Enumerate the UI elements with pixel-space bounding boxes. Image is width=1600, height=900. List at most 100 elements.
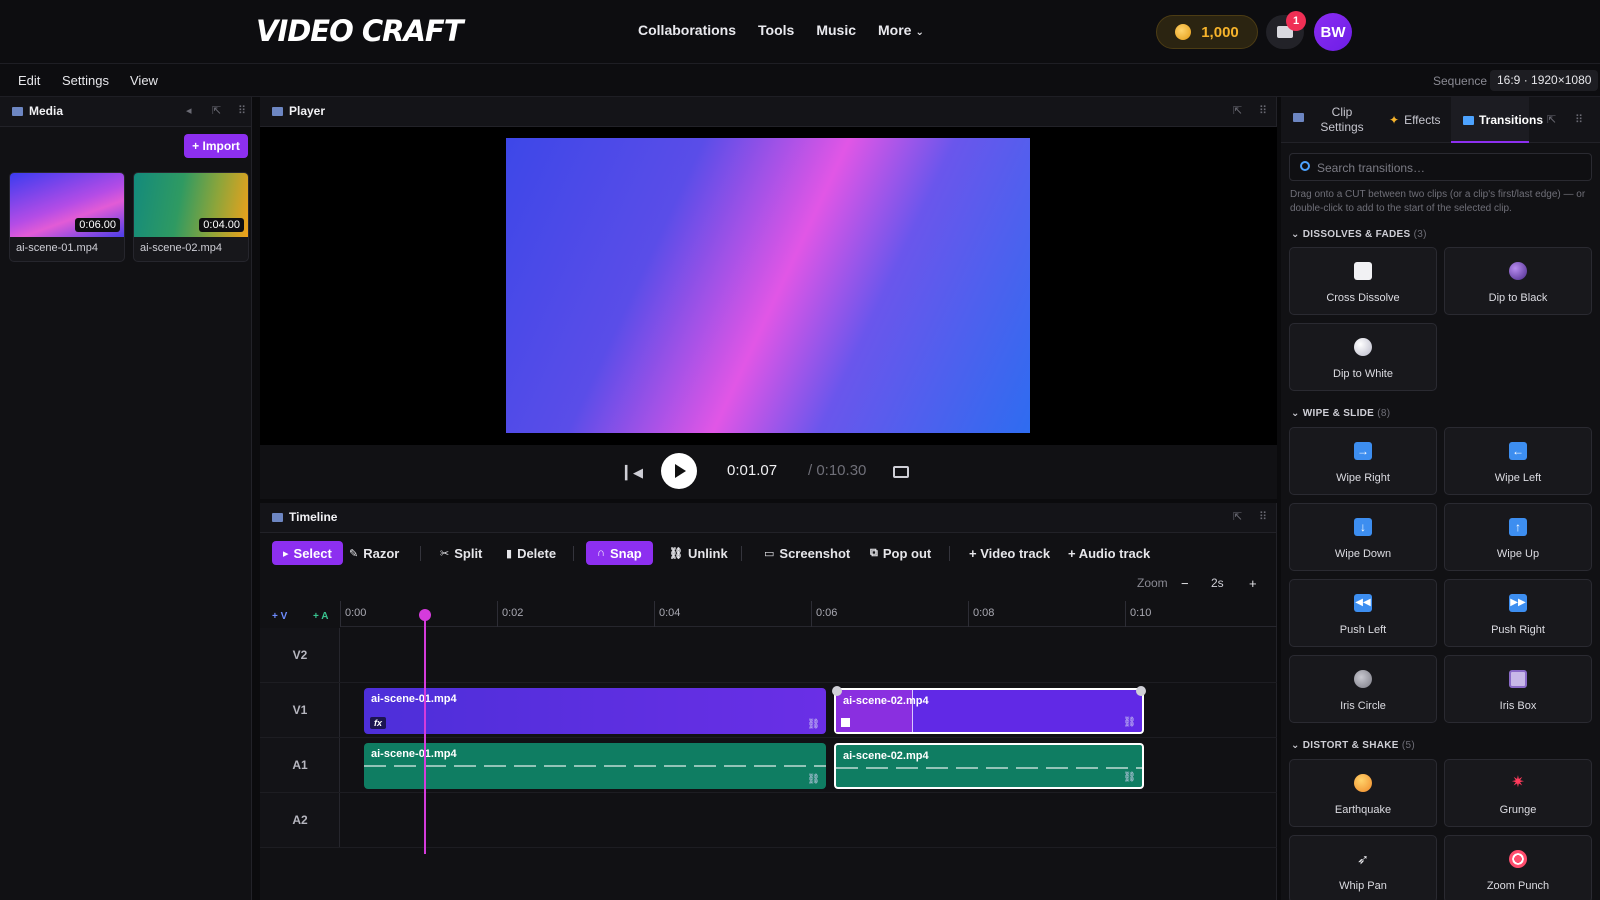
play-button[interactable]	[661, 453, 697, 489]
ruler-label: 0:04	[659, 607, 681, 619]
media-item[interactable]: 0:06.00 ai-scene-01.mp4	[9, 172, 125, 262]
sequence-label: Sequence	[1433, 74, 1488, 88]
dip-to-white-icon	[1354, 338, 1372, 356]
transition-zoom-punch[interactable]: Zoom Punch	[1444, 835, 1592, 900]
transition-wipe-up[interactable]: ↑ Wipe Up	[1444, 503, 1592, 571]
avatar[interactable]: BW	[1314, 13, 1352, 51]
screenshot-button[interactable]: ▭ Screenshot	[764, 541, 850, 565]
section-dissolves[interactable]: ⌄ DISSOLVES & FADES (3)	[1291, 229, 1427, 240]
ruler-tick	[497, 601, 498, 627]
transition-whip-pan[interactable]: ➶ Whip Pan	[1289, 835, 1437, 900]
popout-icon[interactable]: ⇱	[1233, 104, 1242, 117]
tab-media[interactable]: Media	[12, 104, 63, 118]
transition-grunge[interactable]: ✷ Grunge	[1444, 759, 1592, 827]
drag-handle-icon[interactable]: ⠿	[238, 104, 246, 117]
tab-clip-settings[interactable]: Clip Settings	[1309, 105, 1375, 135]
fx-badge[interactable]: fx	[370, 717, 387, 729]
app-logo[interactable]: VIDEO CRAFT	[256, 14, 464, 48]
drag-handle-icon[interactable]: ⠿	[1259, 104, 1267, 117]
transition-wipe-left[interactable]: ← Wipe Left	[1444, 427, 1592, 495]
zoom-out-button[interactable]: −	[1181, 576, 1189, 591]
unlink-label: Unlink	[687, 545, 728, 561]
unlink-button[interactable]: ⛓ Unlink	[669, 541, 728, 565]
playhead-handle[interactable]	[419, 609, 431, 621]
nav-tools[interactable]: Tools	[758, 22, 794, 38]
transition-push-right[interactable]: ▶▶ Push Right	[1444, 579, 1592, 647]
video-clip[interactable]: ai-scene-01.mp4 fx ⛓	[364, 688, 826, 734]
media-icon	[12, 106, 23, 116]
delete-button[interactable]: ▮ Delete	[506, 541, 556, 565]
video-viewport[interactable]	[260, 127, 1277, 445]
popout-icon[interactable]: ⇱	[1547, 113, 1556, 126]
burst-icon: ✷	[1511, 774, 1525, 791]
track-a1[interactable]: A1 ai-scene-01.mp4 ⛓ ai-scene-02.mp4 ⛓	[260, 738, 1277, 793]
timeline-panel-header: Timeline ⇱ ⠿	[260, 503, 1276, 533]
transitions-icon	[1463, 115, 1474, 125]
transition-push-left[interactable]: ◀◀ Push Left	[1289, 579, 1437, 647]
tab-effects[interactable]: ✦ Effects	[1389, 113, 1441, 127]
transition-cross-dissolve[interactable]: Cross Dissolve	[1289, 247, 1437, 315]
trim-handle[interactable]	[1136, 686, 1146, 696]
menu-settings[interactable]: Settings	[62, 73, 109, 88]
audio-clip-selected[interactable]: ai-scene-02.mp4 ⛓	[834, 743, 1144, 789]
player-panel-header: Player ⇱ ⠿	[260, 97, 1276, 127]
ruler-tick	[654, 601, 655, 627]
nav-music[interactable]: Music	[816, 22, 856, 38]
arrow-left-icon: ←	[1509, 442, 1527, 460]
transition-iris-circle[interactable]: Iris Circle	[1289, 655, 1437, 723]
transition-earthquake[interactable]: Earthquake	[1289, 759, 1437, 827]
track-v2[interactable]: V2	[260, 628, 1277, 683]
drag-handle-icon[interactable]: ⠿	[1259, 510, 1267, 523]
transition-label: Wipe Up	[1496, 548, 1540, 560]
snap-toggle[interactable]: ∩ Snap	[586, 541, 653, 565]
nav-collaborations[interactable]: Collaborations	[638, 22, 736, 38]
menu-edit[interactable]: Edit	[18, 73, 40, 88]
timeline-toolbar: ▸ Select ✎ Razor ✂ Split ▮ Delete ∩ Snap ⛓ Unl…	[260, 533, 1277, 571]
menu-view[interactable]: View	[130, 73, 158, 88]
zoom-in-button[interactable]: +	[1249, 576, 1257, 591]
import-button[interactable]: + Import	[184, 134, 248, 158]
playhead[interactable]	[424, 610, 426, 854]
add-video-track-mini[interactable]: + V	[272, 611, 287, 622]
media-item[interactable]: 0:04.00 ai-scene-02.mp4	[133, 172, 249, 262]
snap-label: Snap	[609, 545, 642, 561]
split-button[interactable]: ✂ Split	[440, 541, 482, 565]
camera-icon[interactable]	[893, 466, 909, 478]
select-tool-button[interactable]: ▸ Select	[272, 541, 343, 565]
tab-transitions[interactable]: Transitions	[1463, 113, 1543, 127]
tab-player[interactable]: Player	[272, 104, 325, 118]
select-label: Select	[293, 545, 332, 561]
popout-button[interactable]: ⧉ Pop out	[870, 541, 931, 565]
video-clip-selected[interactable]: ai-scene-02.mp4 ⛓	[832, 686, 1146, 734]
add-audio-track-button[interactable]: + Audio track	[1068, 541, 1150, 565]
popout-icon[interactable]: ⇱	[1233, 510, 1242, 523]
skip-to-start-icon[interactable]: ▎◀	[625, 465, 643, 481]
razor-tool-button[interactable]: ✎ Razor	[349, 541, 399, 565]
track-a2[interactable]: A2	[260, 793, 1277, 848]
transition-search-input[interactable]: Search transitions…	[1289, 153, 1592, 181]
transition-wipe-down[interactable]: ↓ Wipe Down	[1289, 503, 1437, 571]
sequence-value[interactable]: 16:9 · 1920×1080	[1490, 70, 1599, 91]
time-ruler[interactable]: 0:00 0:02 0:04 0:06 0:08 0:10	[340, 601, 1277, 627]
coin-balance-button[interactable]: 1,000	[1156, 15, 1258, 49]
drag-handle-icon[interactable]: ⠿	[1575, 113, 1583, 126]
transition-dip-to-black[interactable]: Dip to Black	[1444, 247, 1592, 315]
clip-marker-icon	[841, 718, 850, 727]
add-video-track-button[interactable]: + Video track	[969, 541, 1050, 565]
audio-clip[interactable]: ai-scene-01.mp4 ⛓	[364, 743, 826, 789]
section-wipe-slide[interactable]: ⌄ WIPE & SLIDE (8)	[1291, 408, 1390, 419]
add-audio-track-mini[interactable]: + A	[313, 611, 328, 622]
nav-more[interactable]: More ⌄	[878, 22, 924, 38]
transition-wipe-right[interactable]: → Wipe Right	[1289, 427, 1437, 495]
transition-iris-box[interactable]: Iris Box	[1444, 655, 1592, 723]
tab-timeline[interactable]: Timeline	[272, 510, 337, 524]
section-distort-shake[interactable]: ⌄ DISTORT & SHAKE (5)	[1291, 740, 1415, 751]
popout-icon[interactable]: ⇱	[212, 104, 221, 117]
collapse-left-icon[interactable]: ◂	[186, 104, 192, 117]
rewind-icon: ◀◀	[1354, 594, 1372, 612]
trim-handle[interactable]	[832, 686, 842, 696]
transition-dip-to-white[interactable]: Dip to White	[1289, 323, 1437, 391]
track-v1[interactable]: V1 ai-scene-01.mp4 fx ⛓ ai-scene-02.mp4 …	[260, 683, 1277, 738]
magnet-icon: ∩	[597, 547, 605, 559]
notification-badge: 1	[1286, 11, 1306, 31]
